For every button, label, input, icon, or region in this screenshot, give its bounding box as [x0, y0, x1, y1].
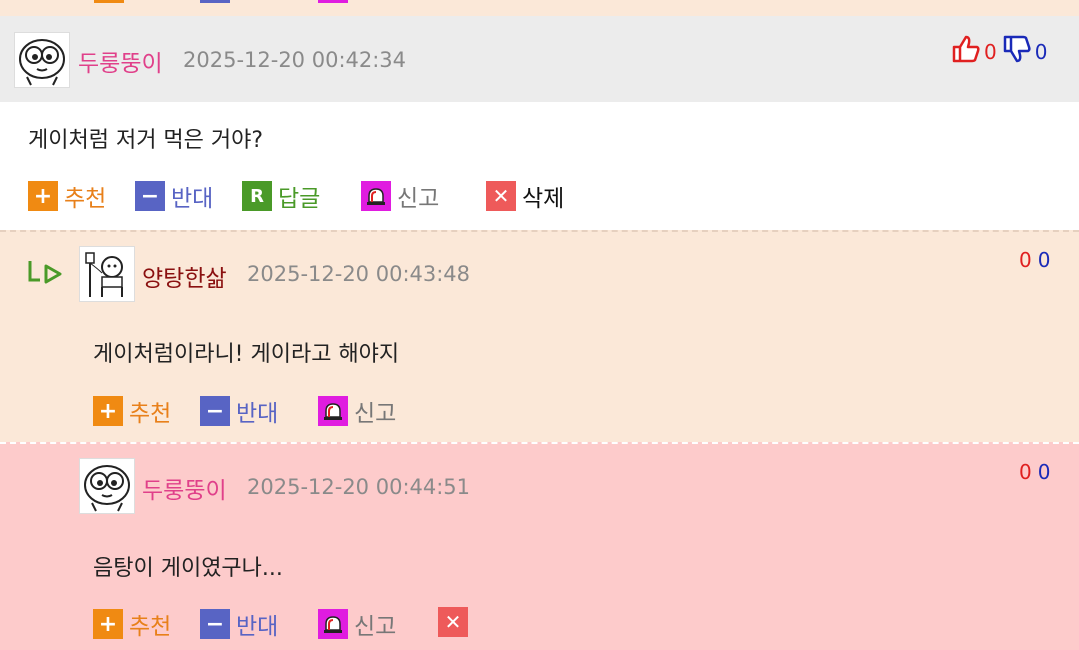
vote-counts: 0 0: [1019, 460, 1050, 484]
nickname[interactable]: 두룽뚱이: [78, 44, 163, 78]
reply-r-icon: R: [242, 181, 272, 211]
siren-icon: [318, 609, 348, 639]
vote-counts: 0 0: [950, 33, 1047, 70]
reply-datetime: 2025-12-20 00:43:48: [247, 262, 471, 286]
up-count[interactable]: 0: [1019, 248, 1032, 272]
reply-item: 양탕한삶 2025-12-20 00:43:48 0 0 게이처럼이라니! 게이…: [0, 230, 1079, 442]
reply-button[interactable]: R 답글: [242, 179, 320, 213]
minus-icon: −: [135, 181, 165, 211]
delete-button[interactable]: ✕: [438, 607, 474, 637]
recommend-icon-fragment: [94, 0, 124, 3]
plus-icon: +: [93, 609, 123, 639]
avatar[interactable]: [79, 246, 135, 302]
oppose-button[interactable]: − 반대: [200, 394, 278, 428]
siren-icon: [361, 181, 391, 211]
delete-label: 삭제: [522, 186, 565, 212]
vote-counts: 0 0: [1019, 248, 1050, 272]
avatar[interactable]: [79, 458, 135, 514]
reply-text: 음탕이 게이였구나...: [93, 556, 283, 581]
reply-item: 두룽뚱이 2025-12-20 00:44:51 0 0 음탕이 게이였구나..…: [0, 442, 1079, 650]
plus-icon: +: [93, 396, 123, 426]
oppose-button[interactable]: − 반대: [135, 179, 213, 213]
previous-comment-fragment: [0, 0, 1079, 16]
recommend-label: 추천: [129, 614, 172, 640]
up-count: 0: [984, 39, 997, 64]
close-icon: ✕: [486, 181, 516, 211]
reply-text: 게이처럼이라니! 게이라고 해야지: [93, 342, 400, 367]
thumbs-up-icon[interactable]: [950, 33, 982, 70]
siren-icon: [318, 396, 348, 426]
comment-header: 두룽뚱이 2025-12-20 00:42:34 0 0: [0, 16, 1079, 102]
oppose-label: 반대: [236, 614, 279, 640]
recommend-button[interactable]: + 추천: [93, 607, 171, 641]
down-count: 0: [1034, 39, 1048, 64]
report-label: 신고: [354, 614, 397, 640]
comment-body: 게이처럼 저거 먹은 거야? + 추천 − 반대 R 답글 신고 ✕ 삭제: [0, 102, 1079, 230]
minus-icon: −: [200, 396, 230, 426]
reply-arrow-icon: [26, 258, 66, 294]
cartoon-face-avatar-icon: [19, 39, 65, 86]
recommend-label: 추천: [64, 186, 107, 212]
comment-datetime: 2025-12-20 00:42:34: [183, 48, 407, 72]
avatar[interactable]: [14, 32, 70, 88]
down-count[interactable]: 0: [1038, 460, 1051, 484]
reply-datetime: 2025-12-20 00:44:51: [247, 475, 471, 499]
report-label: 신고: [354, 401, 397, 427]
oppose-icon-fragment: [200, 0, 230, 3]
report-button[interactable]: 신고: [318, 607, 396, 641]
report-icon-fragment: [318, 0, 348, 3]
delete-button[interactable]: ✕ 삭제: [486, 179, 564, 213]
reply-label: 답글: [278, 186, 321, 212]
recommend-button[interactable]: + 추천: [93, 394, 171, 428]
report-label: 신고: [397, 186, 440, 212]
comment-text: 게이처럼 저거 먹은 거야?: [28, 128, 264, 153]
nickname[interactable]: 두룽뚱이: [142, 471, 227, 505]
cartoon-face-avatar-icon: [84, 465, 130, 512]
close-icon: ✕: [438, 607, 468, 637]
report-button[interactable]: 신고: [361, 179, 439, 213]
oppose-label: 반대: [236, 401, 279, 427]
up-count[interactable]: 0: [1019, 460, 1032, 484]
oppose-button[interactable]: − 반대: [200, 607, 278, 641]
down-count[interactable]: 0: [1038, 248, 1051, 272]
plus-icon: +: [28, 181, 58, 211]
nickname[interactable]: 양탕한삶: [142, 259, 227, 293]
report-button[interactable]: 신고: [318, 394, 396, 428]
oppose-label: 반대: [171, 186, 214, 212]
recommend-label: 추천: [129, 401, 172, 427]
patient-iv-avatar-icon: [85, 252, 123, 297]
recommend-button[interactable]: + 추천: [28, 179, 106, 213]
thumbs-down-icon[interactable]: [1001, 33, 1033, 70]
minus-icon: −: [200, 609, 230, 639]
